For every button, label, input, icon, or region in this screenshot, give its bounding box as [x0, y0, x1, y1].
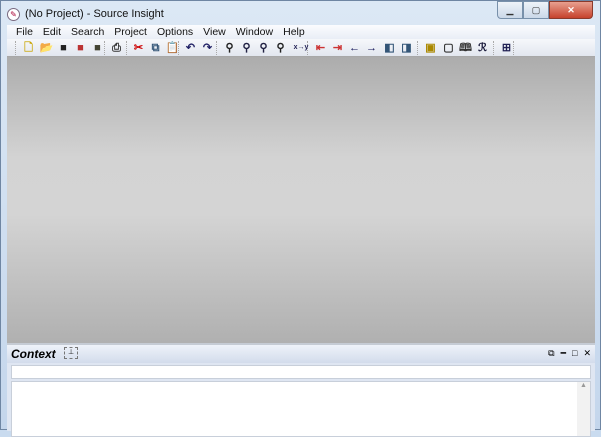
undo-icon[interactable]: ↶ [183, 41, 198, 55]
go-back-icon[interactable]: ← [347, 41, 362, 55]
context-symbol-input[interactable] [11, 365, 591, 379]
symbol-info-icon[interactable]: ▣ [423, 41, 438, 55]
menu-window[interactable]: Window [231, 25, 278, 39]
menu-search[interactable]: Search [66, 25, 109, 39]
search-forward-icon[interactable]: ⚲ [256, 41, 271, 55]
context-panel: Context ⊥ ⧉ ━ □ ✕ ▲ [7, 343, 595, 437]
cut-icon[interactable]: ✂ [131, 41, 146, 55]
menu-help[interactable]: Help [278, 25, 310, 39]
maximize-button[interactable]: ▢ [523, 1, 549, 19]
toolbar-separator [493, 41, 494, 55]
relation-icon[interactable]: ℛ [475, 41, 490, 55]
save-icon[interactable]: ■ [56, 41, 71, 55]
menu-options[interactable]: Options [152, 25, 198, 39]
paste-icon[interactable]: 📋 [165, 41, 180, 55]
prev-window-icon[interactable]: ◧ [382, 41, 397, 55]
window-title: (No Project) - Source Insight [25, 8, 164, 20]
layout-icon[interactable]: ⊞ [499, 41, 514, 55]
toolbar-separator [126, 41, 127, 55]
open-file-icon[interactable]: 📂 [39, 41, 54, 55]
menu-file[interactable]: File [11, 25, 38, 39]
menu-view[interactable]: View [198, 25, 231, 39]
replace-icon[interactable]: x→y [292, 41, 310, 55]
close-button[interactable]: ✕ [549, 1, 593, 19]
search-icon[interactable]: ⚲ [222, 41, 237, 55]
bookmark-next-icon[interactable]: ⇥ [330, 41, 345, 55]
context-lock-icon[interactable]: ⊥ [64, 347, 78, 359]
app-window: ✎ (No Project) - Source Insight ▁ ▢ ✕ Fi… [0, 0, 601, 437]
toolbar-separator [417, 41, 418, 55]
toolbar-separator [216, 41, 217, 55]
browse-book-icon[interactable]: 🕮 [458, 41, 473, 55]
search-backward-icon[interactable]: ⚲ [239, 41, 254, 55]
toolbar-separator [15, 41, 16, 55]
menu-bar: File Edit Search Project Options View Window He… [7, 25, 595, 39]
minimize-button[interactable]: ▁ [497, 1, 523, 19]
redo-icon[interactable]: ↷ [200, 41, 215, 55]
minimize-panel-icon[interactable]: ━ [561, 348, 566, 359]
app-icon: ✎ [7, 7, 20, 21]
scrollbar[interactable]: ▲ [577, 382, 590, 436]
new-file-icon[interactable]: 🗋 [21, 41, 36, 55]
menu-edit[interactable]: Edit [38, 25, 66, 39]
save-as-icon[interactable]: ■ [73, 41, 88, 55]
new-symbol-icon[interactable]: ▢ [441, 41, 456, 55]
copy-icon[interactable]: ⧉ [148, 41, 163, 55]
title-bar: ✎ (No Project) - Source Insight [7, 5, 164, 23]
menu-project[interactable]: Project [109, 25, 152, 39]
context-text-area[interactable]: ▲ [11, 381, 591, 437]
close-panel-icon[interactable]: ✕ [583, 348, 591, 359]
save-all-icon[interactable]: ■ [90, 41, 105, 55]
editor-area[interactable] [7, 57, 595, 343]
toolbar: 🗋 📂 ■ ■ ■ ⎙ ✂ ⧉ 📋 ↶ ↷ ⚲ ⚲ ⚲ ⚲ x→y ⇤ ⇥ ← → ◧ ◨ ▣ ▢ 🕮 ℛ ⊞ [7, 39, 595, 57]
float-panel-icon[interactable]: ⧉ [548, 348, 554, 359]
next-window-icon[interactable]: ◨ [399, 41, 414, 55]
bookmark-prev-icon[interactable]: ⇤ [313, 41, 328, 55]
search-files-icon[interactable]: ⚲ [273, 41, 288, 55]
print-icon[interactable]: ⎙ [109, 41, 124, 55]
go-forward-icon[interactable]: → [364, 41, 379, 55]
maximize-panel-icon[interactable]: □ [572, 348, 577, 359]
context-title: Context [11, 347, 56, 361]
